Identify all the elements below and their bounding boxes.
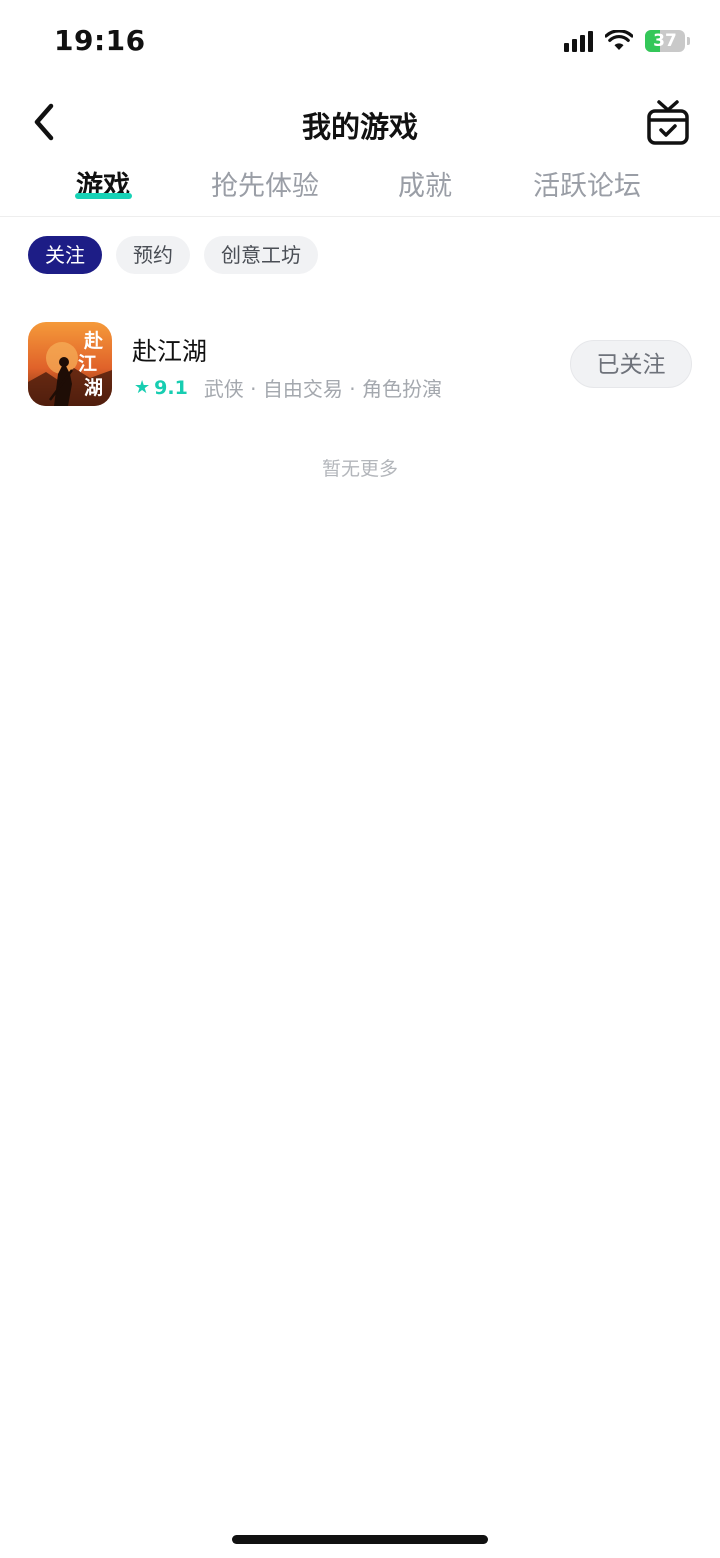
game-tags: 武侠 · 自由交易 · 角色扮演 [203,377,442,401]
signal-icon [564,30,593,52]
game-icon-char-3: 湖 [84,377,103,399]
tab-bar: 游戏 抢先体验 成就 活跃论坛 [0,160,720,217]
game-icon[interactable]: 赴 江 湖 [28,322,112,406]
filter-chip-reserved[interactable]: 预约 [116,236,190,274]
filter-chip-workshop[interactable]: 创意工坊 [204,236,318,274]
star-icon: ★ [134,377,151,398]
tab-active-forums[interactable]: 活跃论坛 [533,164,641,203]
game-list-item[interactable]: 赴 江 湖 赴江湖 ★ 9.1 武侠 · 自由交易 · 角色扮演 已关注 [0,322,720,408]
status-icons: 37 [564,30,690,52]
battery-tip [687,37,690,45]
tab-achievements[interactable]: 成就 [398,164,452,203]
game-icon-char-2: 江 [78,353,97,375]
battery-charging-icon: 37 [645,30,685,52]
gift-box-icon [647,100,689,145]
active-tab-indicator [75,193,132,199]
followed-button[interactable]: 已关注 [570,340,692,388]
filter-chips: 关注 预约 创意工坊 [28,236,318,274]
status-time: 19:16 [54,24,146,57]
game-icon-char-1: 赴 [83,329,104,352]
wifi-icon [605,30,633,50]
filter-chip-following[interactable]: 关注 [28,236,102,274]
list-end-text: 暂无更多 [321,458,398,480]
game-meta: ★ 9.1 武侠 · 自由交易 · 角色扮演 [134,373,442,402]
gift-button[interactable] [646,98,690,146]
navigation-header: 我的游戏 [0,92,720,152]
home-indicator[interactable] [232,1535,488,1544]
game-rating: 9.1 [154,376,188,399]
tab-early-access[interactable]: 抢先体验 [211,164,319,203]
game-title[interactable]: 赴江湖 [132,332,207,368]
status-bar: 19:16 37 [0,0,720,86]
page-title: 我的游戏 [301,110,418,144]
battery-level: 37 [653,31,677,51]
